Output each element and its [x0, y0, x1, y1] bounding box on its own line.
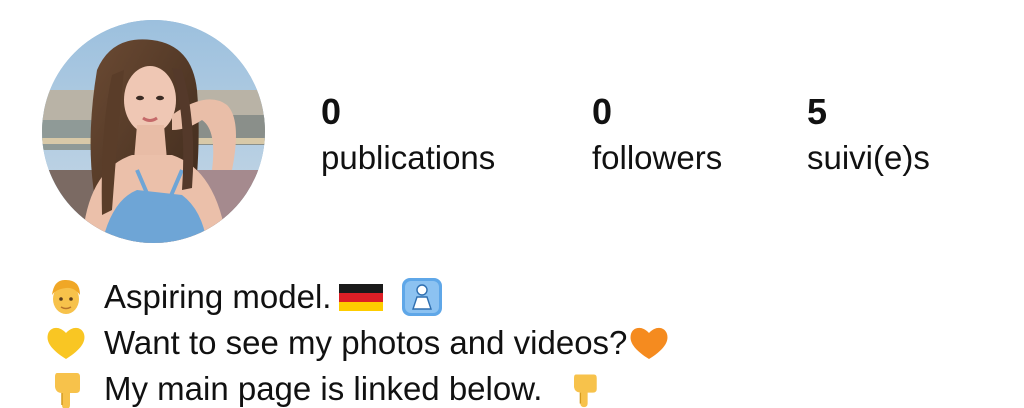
- stat-posts[interactable]: 0 publications: [321, 92, 495, 178]
- profile-header: 0 publications 0 followers 5 suivi(e)s A…: [0, 0, 1024, 408]
- avatar-photo: [42, 20, 265, 243]
- womens-room-emoji: [401, 277, 443, 317]
- followers-count: 0: [592, 91, 613, 132]
- pointing-down-emoji: [44, 369, 88, 408]
- posts-count: 0: [321, 91, 342, 132]
- person-blond-hair-emoji: [44, 277, 88, 317]
- following-label: suivi(e)s: [807, 139, 930, 176]
- stat-followers[interactable]: 0 followers: [592, 92, 722, 178]
- bio-line-3: My main page is linked below.: [44, 366, 1024, 408]
- bio-line-2: Want to see my photos and videos?: [44, 320, 1024, 366]
- bio-line-1: Aspiring model.: [44, 274, 1024, 320]
- yellow-heart-emoji: [44, 323, 88, 363]
- profile-bio: Aspiring model. Want to see my photos an…: [44, 274, 1024, 408]
- profile-avatar[interactable]: [42, 20, 265, 243]
- posts-label: publications: [321, 139, 496, 176]
- bio-text-3: My main page is linked below.: [104, 370, 543, 407]
- bio-text-1: Aspiring model.: [104, 278, 332, 315]
- bio-text-2: Want to see my photos and videos?: [104, 324, 628, 361]
- following-count: 5: [807, 91, 828, 132]
- orange-heart-emoji: [627, 323, 671, 363]
- germany-flag-emoji: [339, 282, 384, 312]
- stat-following[interactable]: 5 suivi(e)s: [807, 92, 930, 178]
- pointing-down-emoji: [564, 369, 604, 408]
- followers-label: followers: [592, 139, 723, 176]
